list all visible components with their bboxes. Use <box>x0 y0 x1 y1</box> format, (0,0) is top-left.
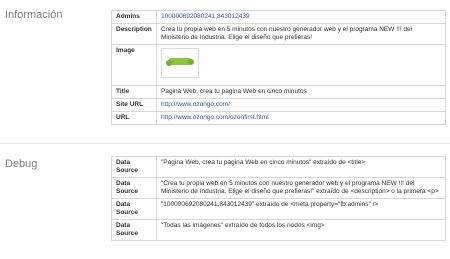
title-key: Title <box>111 85 157 99</box>
data-source-key: Data Source <box>111 177 157 199</box>
image-key: Image <box>111 44 157 86</box>
table-row: Data Source "Pagina Web, crea tu pagina … <box>111 156 446 178</box>
url-key: URL <box>111 111 157 125</box>
debug-table: Data Source "Pagina Web, crea tu pagina … <box>111 156 446 241</box>
info-section-title: Información <box>5 9 63 21</box>
table-row: Site URL http://www.ozongo.com/ <box>111 98 446 112</box>
info-table: Admins 100000692080241,843012439 Descrip… <box>111 10 446 125</box>
data-source-value: "Crea tu propia web en 5 minutos con nue… <box>156 177 446 199</box>
site-url-key: Site URL <box>111 98 157 112</box>
admins-link[interactable]: 100000692080241,843012439 <box>161 13 250 20</box>
data-source-value: "Pagina Web, crea tu pagina Web en cinco… <box>156 156 446 178</box>
url-link[interactable]: http://www.ozongo.com/ozonfirst.html <box>161 114 269 121</box>
preview-image-thumbnail[interactable] <box>161 48 199 78</box>
data-source-key: Data Source <box>111 198 157 220</box>
table-row: URL http://www.ozongo.com/ozonfirst.html <box>111 111 446 125</box>
data-source-value: "100000692080241,843012439" extraído de … <box>156 198 446 220</box>
data-source-key: Data Source <box>111 219 157 241</box>
data-source-value: "Todas las imágenes" extraído de todos l… <box>156 219 446 241</box>
table-row: Data Source "Crea tu propia web en 5 min… <box>111 177 446 199</box>
site-url-link[interactable]: http://www.ozongo.com/ <box>161 101 230 108</box>
description-key: Description <box>111 23 157 45</box>
section-divider <box>0 143 450 144</box>
debug-section-title: Debug <box>5 158 38 170</box>
table-row: Data Source "100000692080241,843012439" … <box>111 198 446 220</box>
table-row: Title Pagina Web, crea tu pagina Web en … <box>111 85 446 99</box>
table-row: Description Crea tu propia web en 5 minu… <box>111 23 446 45</box>
data-source-key: Data Source <box>111 156 157 178</box>
description-value: Crea tu propia web en 5 minutos con nues… <box>156 23 446 45</box>
table-row: Data Source "Todas las imágenes" extraíd… <box>111 219 446 241</box>
admins-key: Admins <box>111 10 157 24</box>
title-value: Pagina Web, crea tu pagina Web en cinco … <box>156 85 446 99</box>
table-row: Image <box>111 44 446 86</box>
table-row: Admins 100000692080241,843012439 <box>111 10 446 24</box>
